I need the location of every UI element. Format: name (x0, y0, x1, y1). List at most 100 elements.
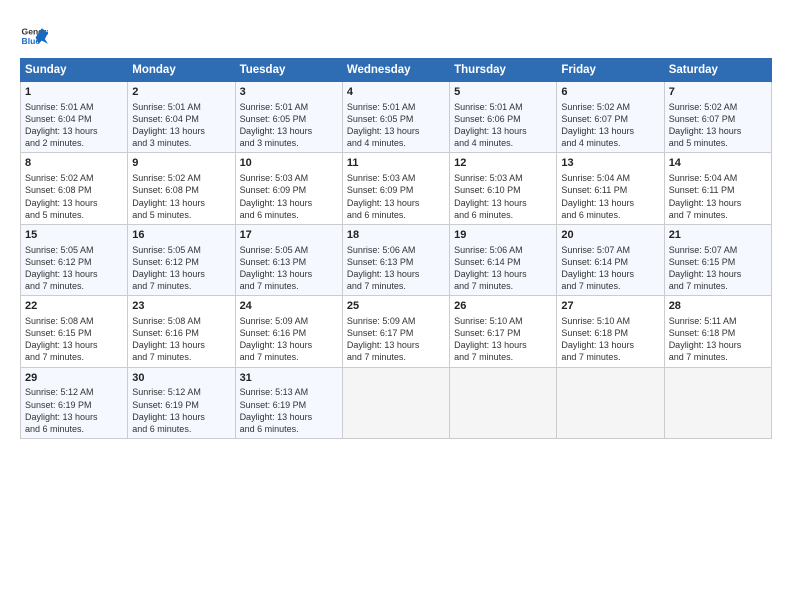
day-number: 1 (25, 85, 123, 100)
cell-line: Sunrise: 5:09 AM (347, 315, 445, 327)
cell-line: and 6 minutes. (240, 423, 338, 435)
day-number: 15 (25, 228, 123, 243)
cell-line: Daylight: 13 hours (347, 268, 445, 280)
cell-line: and 7 minutes. (669, 209, 767, 221)
cell-line: Sunset: 6:09 PM (240, 184, 338, 196)
cell-line: Sunrise: 5:07 AM (561, 244, 659, 256)
cell-line: Sunset: 6:16 PM (132, 327, 230, 339)
calendar-cell: 4Sunrise: 5:01 AMSunset: 6:05 PMDaylight… (342, 82, 449, 153)
calendar-row: 1Sunrise: 5:01 AMSunset: 6:04 PMDaylight… (21, 82, 772, 153)
calendar-cell (450, 367, 557, 438)
cell-line: Daylight: 13 hours (132, 125, 230, 137)
cell-line: Daylight: 13 hours (25, 411, 123, 423)
day-number: 30 (132, 371, 230, 386)
cell-line: and 6 minutes. (454, 209, 552, 221)
day-number: 20 (561, 228, 659, 243)
cell-line: Sunset: 6:19 PM (25, 399, 123, 411)
calendar-cell: 10Sunrise: 5:03 AMSunset: 6:09 PMDayligh… (235, 153, 342, 224)
col-header-friday: Friday (557, 59, 664, 82)
cell-line: Sunrise: 5:02 AM (132, 172, 230, 184)
cell-line: Sunrise: 5:12 AM (132, 386, 230, 398)
cell-line: and 6 minutes. (240, 209, 338, 221)
calendar-cell: 7Sunrise: 5:02 AMSunset: 6:07 PMDaylight… (664, 82, 771, 153)
cell-line: and 7 minutes. (669, 280, 767, 292)
cell-line: Sunset: 6:12 PM (25, 256, 123, 268)
cell-line: Daylight: 13 hours (561, 125, 659, 137)
cell-line: Sunrise: 5:04 AM (669, 172, 767, 184)
cell-line: Daylight: 13 hours (561, 197, 659, 209)
calendar-cell: 30Sunrise: 5:12 AMSunset: 6:19 PMDayligh… (128, 367, 235, 438)
cell-line: Sunrise: 5:10 AM (561, 315, 659, 327)
calendar-cell: 31Sunrise: 5:13 AMSunset: 6:19 PMDayligh… (235, 367, 342, 438)
col-header-monday: Monday (128, 59, 235, 82)
cell-line: Sunset: 6:04 PM (132, 113, 230, 125)
cell-line: and 4 minutes. (454, 137, 552, 149)
cell-line: and 5 minutes. (132, 209, 230, 221)
cell-line: Sunset: 6:10 PM (454, 184, 552, 196)
cell-line: and 6 minutes. (132, 423, 230, 435)
cell-line: and 4 minutes. (347, 137, 445, 149)
calendar-cell: 6Sunrise: 5:02 AMSunset: 6:07 PMDaylight… (557, 82, 664, 153)
cell-line: Sunrise: 5:08 AM (25, 315, 123, 327)
cell-line: Daylight: 13 hours (561, 268, 659, 280)
cell-line: Sunset: 6:07 PM (561, 113, 659, 125)
calendar-row: 22Sunrise: 5:08 AMSunset: 6:15 PMDayligh… (21, 296, 772, 367)
cell-line: Daylight: 13 hours (240, 125, 338, 137)
col-header-wednesday: Wednesday (342, 59, 449, 82)
cell-line: Daylight: 13 hours (132, 268, 230, 280)
day-number: 10 (240, 156, 338, 171)
col-header-thursday: Thursday (450, 59, 557, 82)
cell-line: and 2 minutes. (25, 137, 123, 149)
cell-line: and 3 minutes. (240, 137, 338, 149)
cell-line: Sunrise: 5:11 AM (669, 315, 767, 327)
calendar-cell: 29Sunrise: 5:12 AMSunset: 6:19 PMDayligh… (21, 367, 128, 438)
cell-line: and 7 minutes. (669, 351, 767, 363)
cell-line: Sunset: 6:14 PM (454, 256, 552, 268)
cell-line: Sunrise: 5:07 AM (669, 244, 767, 256)
calendar-cell: 2Sunrise: 5:01 AMSunset: 6:04 PMDaylight… (128, 82, 235, 153)
calendar-cell: 3Sunrise: 5:01 AMSunset: 6:05 PMDaylight… (235, 82, 342, 153)
cell-line: Sunset: 6:08 PM (132, 184, 230, 196)
cell-line: Daylight: 13 hours (25, 197, 123, 209)
cell-line: and 5 minutes. (25, 209, 123, 221)
cell-line: Daylight: 13 hours (132, 411, 230, 423)
cell-line: Daylight: 13 hours (454, 125, 552, 137)
calendar-cell (557, 367, 664, 438)
cell-line: Daylight: 13 hours (240, 268, 338, 280)
cell-line: Sunset: 6:18 PM (669, 327, 767, 339)
day-number: 4 (347, 85, 445, 100)
cell-line: Sunrise: 5:08 AM (132, 315, 230, 327)
calendar-cell: 1Sunrise: 5:01 AMSunset: 6:04 PMDaylight… (21, 82, 128, 153)
cell-line: and 7 minutes. (240, 351, 338, 363)
cell-line: Sunrise: 5:06 AM (454, 244, 552, 256)
cell-line: Sunrise: 5:12 AM (25, 386, 123, 398)
day-number: 17 (240, 228, 338, 243)
cell-line: Sunset: 6:07 PM (669, 113, 767, 125)
cell-line: and 7 minutes. (132, 280, 230, 292)
cell-line: and 6 minutes. (347, 209, 445, 221)
cell-line: Sunrise: 5:02 AM (669, 101, 767, 113)
day-number: 13 (561, 156, 659, 171)
col-header-saturday: Saturday (664, 59, 771, 82)
cell-line: Sunrise: 5:03 AM (347, 172, 445, 184)
calendar-cell: 13Sunrise: 5:04 AMSunset: 6:11 PMDayligh… (557, 153, 664, 224)
logo-icon: General Blue (20, 22, 48, 50)
cell-line: Daylight: 13 hours (240, 411, 338, 423)
cell-line: Daylight: 13 hours (669, 268, 767, 280)
cell-line: and 7 minutes. (132, 351, 230, 363)
calendar-cell: 24Sunrise: 5:09 AMSunset: 6:16 PMDayligh… (235, 296, 342, 367)
day-number: 31 (240, 371, 338, 386)
cell-line: Sunrise: 5:02 AM (25, 172, 123, 184)
calendar-cell (664, 367, 771, 438)
cell-line: Sunrise: 5:03 AM (240, 172, 338, 184)
cell-line: Sunrise: 5:03 AM (454, 172, 552, 184)
calendar-page: General Blue SundayMondayTuesdayWednesda… (0, 0, 792, 612)
calendar-cell: 8Sunrise: 5:02 AMSunset: 6:08 PMDaylight… (21, 153, 128, 224)
calendar-cell: 27Sunrise: 5:10 AMSunset: 6:18 PMDayligh… (557, 296, 664, 367)
cell-line: Daylight: 13 hours (25, 339, 123, 351)
cell-line: and 5 minutes. (669, 137, 767, 149)
day-number: 24 (240, 299, 338, 314)
cell-line: Sunset: 6:19 PM (240, 399, 338, 411)
cell-line: and 7 minutes. (347, 280, 445, 292)
cell-line: Sunrise: 5:05 AM (240, 244, 338, 256)
